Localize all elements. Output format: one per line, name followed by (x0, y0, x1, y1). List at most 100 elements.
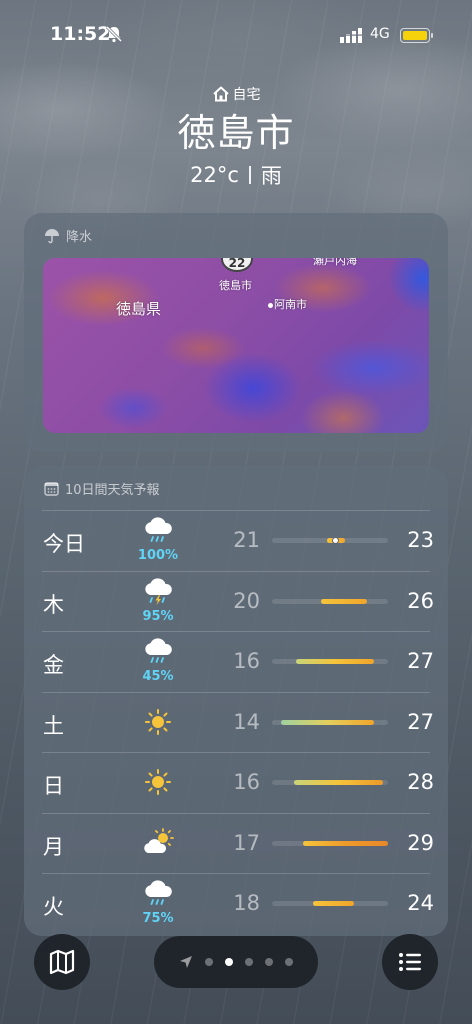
city-name: 徳島市 (177, 111, 295, 155)
temp-range-track (272, 901, 388, 906)
bell-off-icon (105, 25, 123, 43)
forecast-row-5[interactable]: 月 17 29 (24, 812, 448, 874)
high-temp: 23 (407, 528, 434, 552)
row-divider (42, 510, 430, 511)
low-temp: 18 (233, 891, 260, 915)
forecast-row-3[interactable]: 土 14 27 (24, 691, 448, 753)
location-pin: 22 (221, 258, 253, 272)
day-name: 木 (43, 592, 64, 617)
temp-range-bar (296, 659, 375, 664)
low-temp: 21 (233, 528, 260, 552)
high-temp: 27 (407, 649, 434, 673)
precipitation-card[interactable]: 降水 22 徳島市 阿南市 徳島県 瀬戸内海 (24, 213, 448, 452)
umbrella-icon (45, 228, 59, 243)
temp-range-bar (294, 780, 384, 785)
precipitation-map[interactable]: 22 徳島市 阿南市 徳島県 瀬戸内海 (43, 258, 429, 433)
divider (248, 166, 251, 184)
page-dot-active (225, 958, 233, 966)
low-temp: 20 (233, 588, 260, 613)
rain-cloud-icon (142, 879, 174, 909)
row-divider (42, 752, 430, 753)
calendar-icon (44, 482, 59, 496)
sun-icon (142, 707, 174, 737)
current-temperature: 22°c (190, 163, 239, 187)
row-divider (42, 812, 430, 814)
high-temp: 28 (407, 770, 434, 794)
page-dot (245, 958, 253, 966)
temp-range-track (272, 537, 388, 544)
location-tag: 自宅 (0, 82, 472, 106)
partly-sunny-icon (142, 828, 174, 858)
low-temp: 16 (233, 770, 260, 794)
temp-range-track (272, 780, 388, 785)
battery-icon (400, 28, 433, 43)
day-name: 月 (43, 834, 64, 859)
forecast-row-1[interactable]: 木 95% 20 26 (24, 570, 448, 632)
sun-icon (142, 767, 174, 797)
status-time: 11:52 (50, 23, 111, 45)
forecast-title: 10日間天気予報 (65, 483, 160, 498)
thunderstorm-icon (142, 577, 174, 607)
day-name: 今日 (43, 532, 85, 556)
page-dot (285, 958, 293, 966)
temp-range-track (272, 659, 388, 664)
temp-range-bar (303, 840, 388, 846)
forecast-list: 今日 100% 21 23 木 95% 20 26 金 45% 16 27 土 … (24, 510, 448, 934)
map-label-sea: 瀬戸内海 (313, 258, 357, 267)
list-icon (399, 953, 421, 971)
precipitation-card-header: 降水 (24, 213, 448, 245)
precipitation-title: 降水 (66, 230, 93, 245)
precip-chance: 75% (142, 911, 174, 926)
temp-range-track (272, 598, 388, 604)
map-button[interactable] (34, 934, 90, 990)
network-type: 4G (370, 26, 390, 42)
day-name: 土 (43, 713, 64, 738)
forecast-row-4[interactable]: 日 16 28 (24, 752, 448, 813)
high-temp: 29 (407, 830, 434, 855)
low-temp: 16 (233, 649, 260, 673)
location-header: 自宅 徳島市 22°c 雨 (0, 82, 472, 190)
page-indicator[interactable] (154, 936, 318, 988)
location-tag-label: 自宅 (232, 87, 261, 103)
low-temp: 17 (233, 830, 260, 855)
map-icon (49, 949, 75, 975)
city-list-button[interactable] (382, 934, 438, 990)
temp-range-track (272, 840, 388, 846)
forecast-card-header: 10日間天気予報 (24, 466, 448, 498)
high-temp: 26 (407, 588, 434, 613)
bottom-toolbar (0, 930, 472, 1024)
rain-cloud-icon (142, 516, 174, 546)
status-bar: 11:52 4G (0, 0, 472, 70)
home-icon (212, 86, 229, 102)
precip-chance: 45% (142, 669, 174, 684)
forecast-row-6[interactable]: 火 75% 18 24 (24, 873, 448, 934)
row-divider (42, 691, 430, 693)
forecast-card[interactable]: 10日間天気予報 今日 100% 21 23 木 95% 20 26 金 45%… (24, 466, 448, 936)
map-city-dot (268, 303, 273, 308)
signal-icon (340, 28, 362, 43)
precip-chance: 95% (142, 608, 174, 624)
forecast-row-2[interactable]: 金 45% 16 27 (24, 631, 448, 692)
map-label-anan-city: 阿南市 (274, 298, 307, 311)
location-arrow-icon (180, 956, 192, 968)
row-divider (42, 873, 430, 874)
high-temp: 24 (407, 891, 434, 915)
map-label-prefecture: 徳島県 (116, 300, 162, 318)
temp-range-bar (281, 719, 375, 725)
precip-chance: 100% (137, 548, 179, 563)
forecast-row-0[interactable]: 今日 100% 21 23 (24, 510, 448, 571)
temp-range-bar (312, 901, 355, 906)
temp-range-track (272, 719, 388, 725)
day-name: 日 (43, 774, 64, 798)
rain-cloud-icon (142, 637, 174, 667)
map-label-tokushima-city: 徳島市 (219, 279, 252, 292)
row-divider (42, 631, 430, 632)
page-dot (205, 958, 213, 966)
day-name: 金 (43, 653, 64, 677)
high-temp: 27 (407, 709, 434, 734)
low-temp: 14 (233, 709, 260, 734)
current-conditions: 22°c 雨 (0, 160, 472, 190)
temp-range-bar (320, 598, 368, 604)
page-dot (265, 958, 273, 966)
current-condition: 雨 (260, 164, 282, 188)
